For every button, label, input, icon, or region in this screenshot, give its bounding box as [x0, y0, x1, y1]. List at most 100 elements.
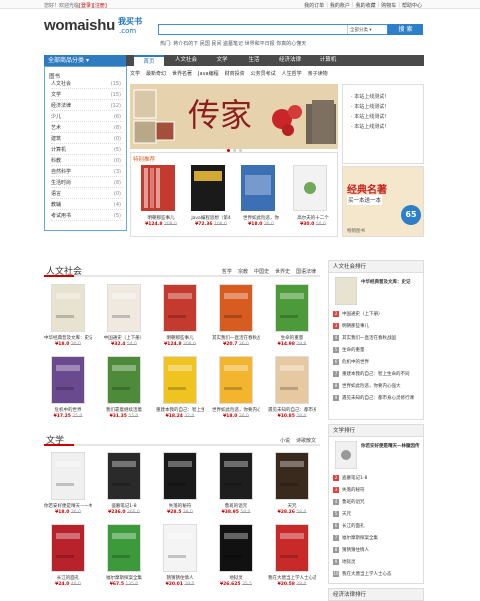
help-center-link[interactable]: 帮助中心 — [402, 2, 422, 9]
ranking-item[interactable]: 3 失落的秘符 — [333, 487, 421, 493]
ranking-item-label[interactable]: 福尔摩斯探案全集 — [342, 536, 378, 541]
book-title[interactable]: 明朝那些事儿 — [156, 335, 204, 341]
ranking-item-label[interactable]: 其实我们一直活在春秋战国 — [342, 336, 396, 341]
book-title[interactable]: 重建本我的自己：智上生命 — [156, 407, 204, 413]
ranking-feature[interactable] — [334, 276, 358, 307]
sidebar-item[interactable]: 人文社会 (15) — [51, 80, 123, 89]
nav-literature[interactable]: 文学 — [208, 55, 236, 66]
book-title[interactable]: 中华经典普及文库：史记 — [44, 335, 92, 341]
book-title[interactable]: 中国通史（上下册） — [100, 335, 148, 341]
book-cover[interactable] — [107, 284, 141, 332]
ranking-item[interactable]: 7 重建本我的自己：智上生命的不同 — [333, 371, 421, 377]
nav-economics-law[interactable]: 经济法律 — [272, 55, 308, 66]
sidebar-item[interactable]: 教辅 (4) — [51, 201, 123, 210]
book-title[interactable]: 福尔摩斯探案全集 — [100, 575, 148, 581]
nav-home[interactable]: 首页 — [134, 55, 164, 66]
my-orders-link[interactable]: 我的订单 — [304, 2, 324, 9]
book-cover[interactable] — [275, 524, 309, 572]
hero-banner[interactable]: 传家 — [130, 84, 338, 149]
ranking-item-label[interactable]: 地狱灵 — [342, 560, 356, 565]
subnav-link[interactable]: 世界名著 — [172, 70, 192, 77]
search-input[interactable]: 全部分类 ▾ — [158, 24, 388, 35]
notice-item[interactable]: · 本站上线测试！ — [351, 123, 389, 130]
book-cover[interactable] — [51, 452, 85, 500]
notice-item[interactable]: · 本站上线测试！ — [351, 93, 389, 100]
book-title[interactable]: Java编程思想（第4 — [187, 215, 235, 221]
ranking-item[interactable]: 4 其实我们一直活在春秋战国 — [333, 335, 421, 341]
book-title[interactable]: 猜猜猜住情人 — [156, 575, 204, 581]
subnav-link[interactable]: 最新奇幻 — [146, 70, 166, 77]
hot-keywords[interactable]: 热门: 蒋介石的下 民国 民间 盗墓笔记 世界和平日报 你真的心懂天 — [160, 40, 306, 47]
book-cover[interactable] — [163, 356, 197, 404]
ranking-item[interactable]: 10 我在大唐当上学人士心态 — [333, 571, 421, 577]
ranking-item[interactable]: 9 地狱灵 — [333, 559, 421, 565]
ranking-item-label[interactable]: 重建本我的自己：智上生命的不同 — [342, 372, 410, 377]
ranking-item-label[interactable]: 世界如此险恶，你要内心强大 — [342, 384, 401, 389]
ranking-item-label[interactable]: 遇见未知的自己：都市身心灵修行课 — [342, 396, 414, 401]
book-cover[interactable] — [241, 165, 275, 211]
book-title[interactable]: 遇见未知的自己：都市身心灵 — [268, 407, 316, 413]
sidebar-item[interactable]: 科教 (0) — [51, 157, 123, 166]
book-title[interactable]: 我在大唐当上学人士心态 — [268, 575, 316, 581]
ranking-item-label[interactable]: 猜猜猜住情人 — [342, 548, 369, 553]
subnav-link[interactable]: 亲子读物 — [308, 70, 328, 77]
ranking-feature-title[interactable]: 你若安好便是晴天—林徽因传 — [361, 443, 421, 449]
book-cover[interactable] — [51, 524, 85, 572]
book-title[interactable]: 高尔夫的十二个 — [289, 215, 337, 221]
book-cover[interactable] — [293, 165, 327, 211]
book-title[interactable]: 长江的面孔 — [44, 575, 92, 581]
ranking-item[interactable]: 8 世界如此险恶，你要内心强大 — [333, 383, 421, 389]
ranking-item[interactable]: 6 危机中的世界 — [333, 359, 421, 365]
book-cover[interactable] — [107, 452, 141, 500]
ranking-item[interactable]: 5 生命的重量 — [333, 347, 421, 353]
book-cover[interactable] — [163, 452, 197, 500]
section-tab[interactable]: 哲学 — [222, 268, 232, 275]
ranking-item-label[interactable]: 盗墓笔记1-8 — [342, 476, 367, 481]
subnav-link[interactable]: 公务员考试 — [251, 70, 276, 77]
book-cover[interactable] — [163, 524, 197, 572]
book-cover[interactable] — [191, 165, 225, 211]
sidebar-item[interactable]: 文学 (15) — [51, 91, 123, 100]
sidebar-item[interactable]: 艺术 (8) — [51, 124, 123, 133]
ranking-item-label[interactable]: 中国通史（上下册） — [342, 312, 383, 317]
book-title[interactable]: 明朝那些事儿 — [137, 215, 185, 221]
book-cover[interactable] — [107, 356, 141, 404]
ranking-item[interactable]: 9 遇见未知的自己：都市身心灵修行课 — [333, 395, 421, 401]
search-button[interactable]: 搜 索 — [388, 24, 423, 35]
book-cover[interactable] — [51, 356, 85, 404]
book-cover[interactable] — [107, 524, 141, 572]
book-title[interactable]: 世界如此险恶，你 — [237, 215, 285, 221]
section-tab[interactable]: 诗歌散文 — [296, 437, 316, 444]
book-title[interactable]: 其实我们一直活在春秋战国 — [212, 335, 260, 341]
ranking-item[interactable]: 6 长江的面孔 — [333, 523, 421, 529]
ranking-item-label[interactable]: 天咒 — [342, 512, 351, 517]
ranking-item[interactable]: 5 天咒 — [333, 511, 421, 517]
sidebar-item[interactable]: 考试用书 (5) — [51, 212, 123, 221]
all-categories-button[interactable]: 全部商品分类 ▾ — [44, 55, 126, 66]
sidebar-item[interactable]: 自然科学 (3) — [51, 168, 123, 177]
ranking-item[interactable]: 8 猜猜猜住情人 — [333, 547, 421, 553]
book-cover[interactable] — [219, 524, 253, 572]
book-title[interactable]: 我们靠着继续活着 — [100, 407, 148, 413]
nav-humanities[interactable]: 人文社会 — [168, 55, 204, 66]
book-cover[interactable] — [219, 284, 253, 332]
ranking-item-label[interactable]: 生命的重量 — [342, 348, 365, 353]
book-title[interactable]: 危机中的世界 — [44, 407, 92, 413]
ranking-feature[interactable] — [334, 440, 358, 471]
ranking-item-label[interactable]: 长江的面孔 — [342, 524, 365, 529]
sidebar-item[interactable]: 语言 (0) — [51, 190, 123, 199]
book-cover[interactable] — [219, 452, 253, 500]
subnav-link[interactable]: 财商投资 — [225, 70, 245, 77]
book-title[interactable]: 你若安好便是晴天—一林 — [44, 503, 92, 509]
ranking-item[interactable]: 7 福尔摩斯探案全集 — [333, 535, 421, 541]
section-tab[interactable]: 小说 — [280, 437, 290, 444]
site-logo[interactable]: womaishu 我买书 .com — [44, 15, 144, 45]
book-cover[interactable] — [163, 284, 197, 332]
subnav-link[interactable]: Java编程 — [198, 70, 219, 77]
ranking-item[interactable]: 3 明朝那些事儿 — [333, 323, 421, 329]
my-account-link[interactable]: 我的账户 — [330, 2, 350, 9]
book-title[interactable]: 失落的秘符 — [156, 503, 204, 509]
ranking-item[interactable]: 2 盗墓笔记1-8 — [333, 475, 421, 481]
nav-computer[interactable]: 计算机 — [312, 55, 344, 66]
ranking-feature-title[interactable]: 中华经典普及文库：史记 — [361, 279, 421, 285]
